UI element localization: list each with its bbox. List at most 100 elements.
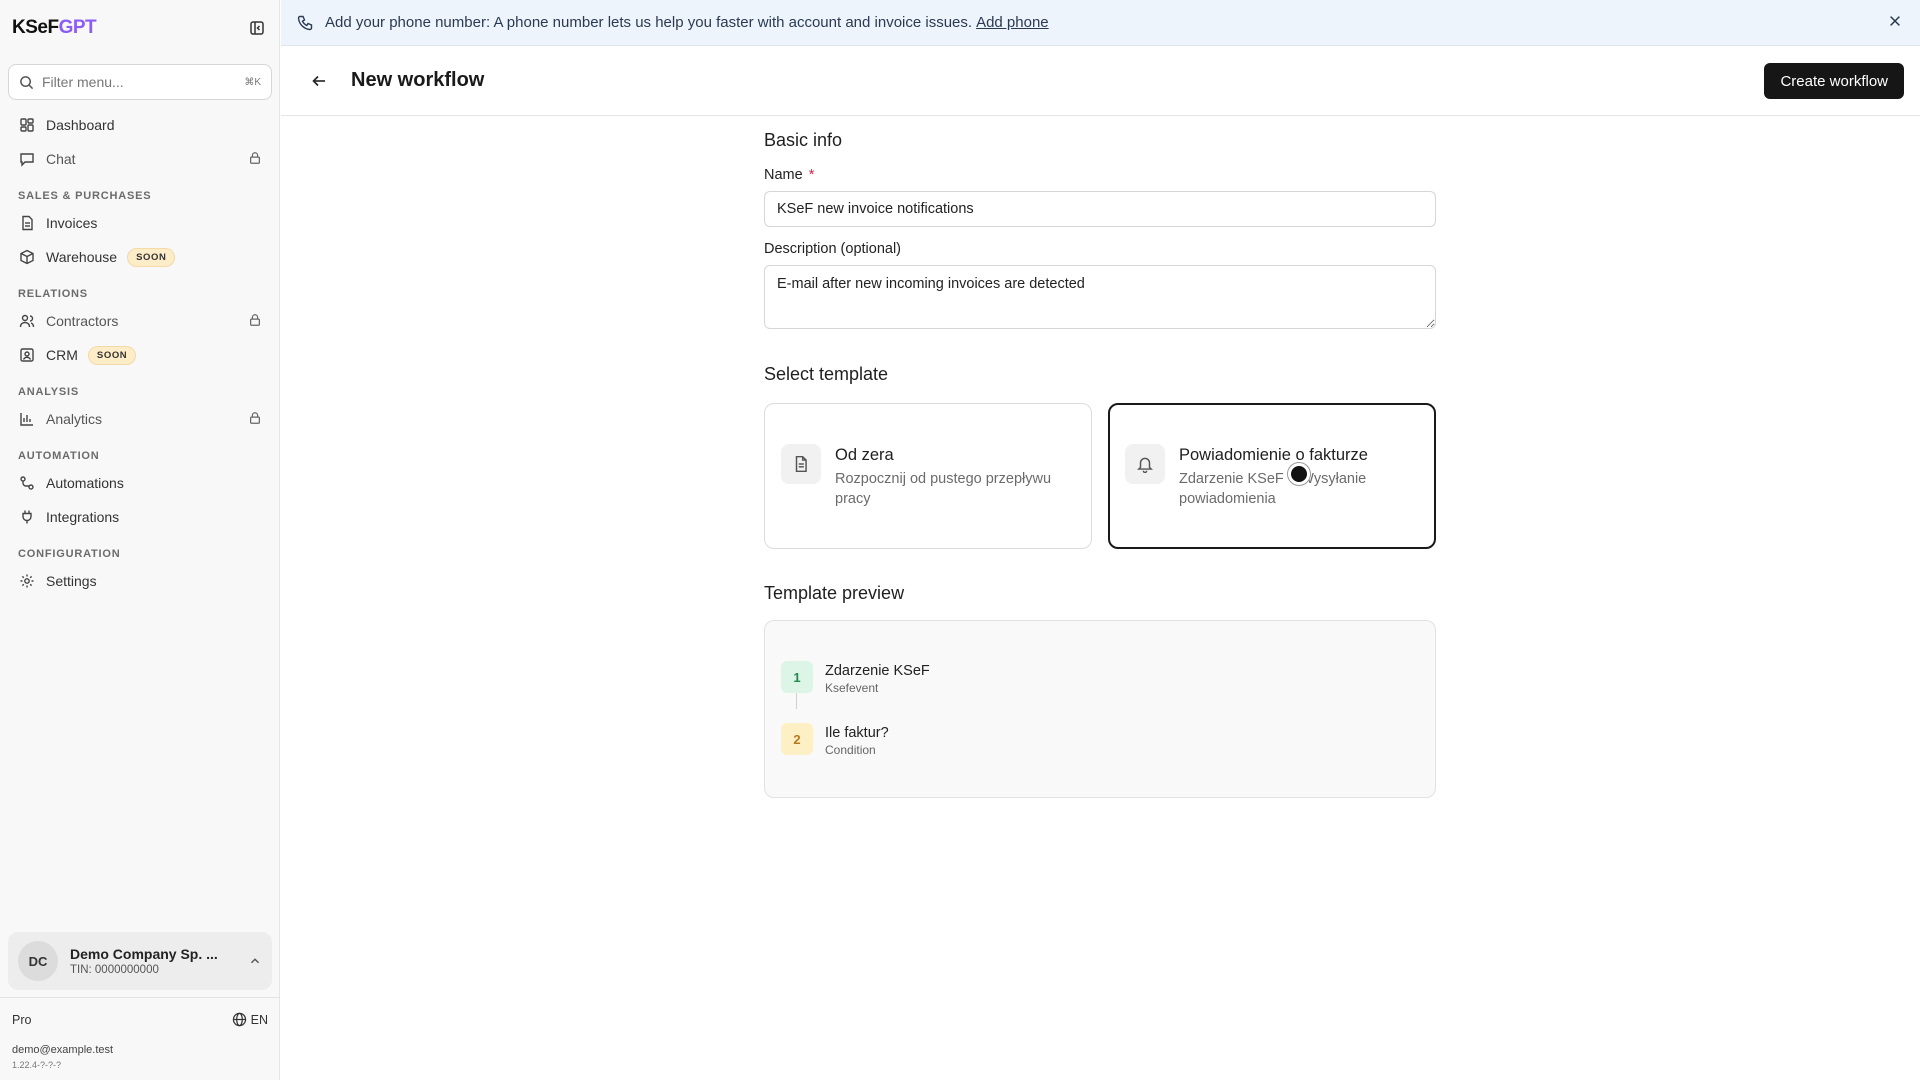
plug-icon <box>18 508 36 526</box>
bell-icon <box>1125 444 1165 484</box>
close-banner-button[interactable] <box>1888 14 1902 32</box>
search-icon <box>20 75 34 89</box>
app-logo[interactable]: KSeFGPT <box>12 17 97 39</box>
lock-icon <box>248 313 262 330</box>
gear-icon <box>18 572 36 590</box>
sidebar-item-label: Automations <box>46 475 124 491</box>
add-phone-link[interactable]: Add phone <box>976 14 1049 31</box>
template-text: Od zera Rozpocznij od pustego przepływu … <box>835 444 1075 548</box>
sidebar: KSeFGPT ⌘K Dashboard Chat SALES & PURCHA… <box>0 0 280 1080</box>
section-title: RELATIONS <box>18 288 88 300</box>
sidebar-item-label: Chat <box>46 151 76 167</box>
contact-icon <box>18 346 36 364</box>
template-preview: 1 Zdarzenie KSeF Ksefevent 2 Ile faktur?… <box>764 620 1436 798</box>
sidebar-item-crm[interactable]: CRM SOON <box>8 338 272 372</box>
back-button[interactable] <box>305 67 333 95</box>
name-label-text: Name <box>764 167 803 183</box>
sidebar-item-invoices[interactable]: Invoices <box>8 206 272 240</box>
globe-icon <box>232 1012 246 1027</box>
sidebar-item-label: CRM <box>46 347 78 363</box>
sidebar-item-label: Dashboard <box>46 117 115 133</box>
step-number: 2 <box>781 723 813 755</box>
chevron-up-icon <box>251 958 259 964</box>
template-title: Od zera <box>835 446 894 464</box>
template-description: Rozpocznij od pustego przepływu pracy <box>835 471 1052 507</box>
phone-icon <box>297 15 313 31</box>
workflow-form: Basic info Name* Description (optional) … <box>764 130 1436 798</box>
chart-icon <box>18 410 36 428</box>
template-preview-heading: Template preview <box>764 583 905 603</box>
sidebar-item-contractors[interactable]: Contractors <box>8 304 272 338</box>
box-icon <box>18 248 36 266</box>
template-card-invoice-notification[interactable]: Powiadomienie o fakturze Zdarzenie KSeF … <box>1108 403 1436 549</box>
name-input[interactable] <box>764 191 1436 227</box>
close-icon <box>1890 16 1900 26</box>
step-title: Ile faktur? <box>825 725 889 741</box>
sidebar-item-dashboard[interactable]: Dashboard <box>8 108 272 142</box>
soon-badge: SOON <box>127 247 176 267</box>
create-workflow-button[interactable]: Create workflow <box>1764 63 1904 99</box>
lock-icon <box>248 151 262 168</box>
company-tin: TIN: 0000000000 <box>70 964 159 976</box>
description-label: Description (optional) <box>764 241 902 257</box>
sidebar-nav: Dashboard Chat SALES & PURCHASES Invoice… <box>8 108 272 598</box>
sidebar-toggle-icon <box>250 21 264 35</box>
sidebar-header: KSeFGPT <box>12 14 268 42</box>
section-title: ANALYSIS <box>18 386 80 398</box>
step-subtitle: Condition <box>825 743 876 757</box>
sidebar-item-label: Integrations <box>46 509 120 525</box>
step-text: Ile faktur? Condition <box>825 723 889 757</box>
step-number: 1 <box>781 661 813 693</box>
collapse-sidebar-button[interactable] <box>246 17 268 39</box>
page-header: New workflow Create workflow <box>281 46 1920 116</box>
step-connector <box>796 693 797 709</box>
banner-text: Add your phone number: A phone number le… <box>325 14 973 31</box>
user-email: demo@example.test <box>12 1044 114 1056</box>
step-subtitle: Ksefevent <box>825 681 879 695</box>
section-title: SALES & PURCHASES <box>18 190 152 202</box>
mouse-cursor <box>1288 463 1310 485</box>
document-icon <box>781 444 821 484</box>
sidebar-item-label: Settings <box>46 573 97 589</box>
logo-accent-text: GPT <box>58 17 97 38</box>
name-label: Name * <box>764 167 1436 183</box>
phone-banner: Add your phone number: A phone number le… <box>281 0 1920 46</box>
sidebar-item-automations[interactable]: Automations <box>8 466 272 500</box>
sidebar-item-label: Analytics <box>46 411 103 427</box>
sidebar-item-integrations[interactable]: Integrations <box>8 500 272 534</box>
search-shortcut-hint: ⌘K <box>244 76 261 88</box>
company-switcher[interactable]: DC Demo Company Sp. ... TIN: 0000000000 <box>8 932 272 990</box>
preview-step: 2 Ile faktur? Condition <box>781 723 889 757</box>
users-icon <box>18 312 36 330</box>
section-title: CONFIGURATION <box>18 548 121 560</box>
lock-icon <box>248 411 262 428</box>
description-textarea[interactable]: E-mail after new incoming invoices are d… <box>764 265 1436 329</box>
template-text: Powiadomienie o fakturze Zdarzenie KSeF … <box>1179 444 1419 547</box>
sidebar-item-analytics[interactable]: Analytics <box>8 402 272 436</box>
required-mark: * <box>808 167 815 183</box>
template-card-blank[interactable]: Od zera Rozpocznij od pustego przepływu … <box>764 403 1092 549</box>
menu-search[interactable]: ⌘K <box>8 64 272 100</box>
sidebar-item-label: Contractors <box>46 313 119 329</box>
step-title: Zdarzenie KSeF <box>825 663 930 679</box>
plan-row: Pro EN <box>12 1012 268 1027</box>
arrow-left-icon <box>312 75 325 86</box>
preview-step: 1 Zdarzenie KSeF Ksefevent <box>781 661 930 695</box>
plan-label: Pro <box>12 1012 32 1027</box>
language-switcher[interactable]: EN <box>232 1012 268 1027</box>
sidebar-item-settings[interactable]: Settings <box>8 564 272 598</box>
sidebar-item-label: Warehouse <box>46 249 118 265</box>
step-text: Zdarzenie KSeF Ksefevent <box>825 661 930 695</box>
chat-icon <box>18 150 36 168</box>
section-title: AUTOMATION <box>18 450 100 462</box>
company-name: Demo Company Sp. ... <box>70 946 218 962</box>
language-label: EN <box>250 1012 268 1027</box>
logo-main-text: KSeF <box>12 17 59 38</box>
sidebar-item-warehouse[interactable]: Warehouse SOON <box>8 240 272 274</box>
company-info: Demo Company Sp. ... TIN: 0000000000 <box>70 946 248 976</box>
workflow-icon <box>18 474 36 492</box>
sidebar-item-chat[interactable]: Chat <box>8 142 272 176</box>
menu-search-input[interactable] <box>42 74 245 90</box>
divider <box>0 997 280 998</box>
basic-info-heading: Basic info <box>764 130 843 150</box>
